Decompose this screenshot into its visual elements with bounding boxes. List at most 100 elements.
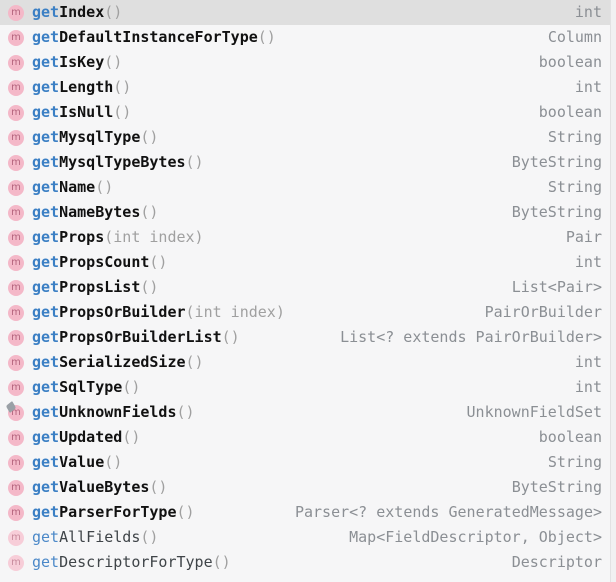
completion-item[interactable]: getIsNull() boolean (0, 100, 610, 125)
completion-item[interactable]: getUnknownFields() UnknownFieldSet (0, 400, 610, 425)
matched-prefix: get (32, 78, 60, 96)
matched-prefix: get (32, 303, 60, 321)
matched-prefix: get (32, 428, 60, 446)
method-icon (7, 103, 26, 122)
completion-item[interactable]: getIndex() int (0, 0, 610, 25)
method-name: Name (59, 178, 96, 196)
completion-item[interactable]: getDefaultInstanceForType() Column (0, 25, 610, 50)
method-icon-circle (8, 205, 24, 221)
completion-item[interactable]: getAllFields() Map<FieldDescriptor, Objec… (0, 525, 610, 550)
method-icon-circle (8, 5, 24, 21)
method-parameters: () (113, 103, 132, 121)
method-icon (7, 178, 26, 197)
completion-item-name: getLength() (32, 75, 131, 100)
method-parameters: () (122, 378, 141, 396)
method-icon (7, 28, 26, 47)
completion-item[interactable]: getParserForType() Parser<? extends Gener… (0, 500, 610, 525)
completion-item-name: getValueBytes() (32, 475, 167, 500)
completion-item-list[interactable]: getIndex()intgetDefaultInstanceForType()… (0, 0, 610, 582)
completion-item[interactable]: getPropsOrBuilder(int index) PairOrBuilde… (0, 300, 610, 325)
matched-prefix: get (32, 478, 60, 496)
completion-item[interactable]: getProps(int index) Pair (0, 225, 610, 250)
matched-prefix: get (32, 528, 60, 546)
method-parameters: (int index) (185, 303, 285, 321)
completion-item-type: String (547, 453, 602, 471)
method-icon (7, 203, 26, 222)
completion-item-type: int (574, 353, 602, 371)
matched-prefix: get (32, 228, 60, 246)
method-parameters: () (257, 28, 276, 46)
completion-item-type: ByteString (511, 153, 602, 171)
method-parameters: () (140, 278, 159, 296)
completion-item[interactable]: getPropsCount() int (0, 250, 610, 275)
matched-prefix: get (32, 203, 60, 221)
method-icon (7, 153, 26, 172)
matched-prefix: get (32, 103, 60, 121)
matched-prefix: get (32, 453, 60, 471)
method-name: PropsCount (59, 253, 150, 271)
completion-item-type: int (574, 253, 602, 271)
method-name: Updated (59, 428, 123, 446)
completion-item-type: boolean (538, 53, 602, 71)
method-name: PropsOrBuilderList (59, 328, 222, 346)
completion-item-type: String (547, 178, 602, 196)
method-parameters: () (113, 78, 132, 96)
completion-item-type: ByteString (511, 203, 602, 221)
method-icon-circle (8, 155, 24, 171)
method-name: DefaultInstanceForType (59, 28, 258, 46)
method-name: SqlType (59, 378, 123, 396)
completion-item[interactable]: getPropsList() List<Pair> (0, 275, 610, 300)
matched-prefix: get (32, 278, 60, 296)
completion-item-name: getAllFields() (32, 525, 158, 550)
method-name: ValueBytes (59, 478, 150, 496)
completion-item-name: getPropsOrBuilderList() (32, 325, 240, 350)
completion-item-type: Pair (565, 228, 602, 246)
method-name: Length (59, 78, 114, 96)
completion-item-type: ByteString (511, 478, 602, 496)
method-parameters: () (221, 328, 240, 346)
completion-item[interactable]: getValueBytes() ByteString (0, 475, 610, 500)
completion-item[interactable]: getName() String (0, 175, 610, 200)
method-icon-circle (8, 455, 24, 471)
completion-item[interactable]: getLength() int (0, 75, 610, 100)
method-name: ParserForType (59, 503, 177, 521)
completion-item-type: int (574, 3, 602, 21)
completion-item[interactable]: getSqlType() int (0, 375, 610, 400)
code-completion-popup[interactable]: getIndex()intgetDefaultInstanceForType()… (0, 0, 616, 582)
completion-item-type: Descriptor (511, 553, 602, 571)
completion-item-name: getUnknownFields() (32, 400, 195, 425)
method-parameters: () (176, 503, 195, 521)
completion-item-name: getSqlType() (32, 375, 140, 400)
completion-item-name: getIsKey() (32, 50, 122, 75)
method-icon-circle (8, 230, 24, 246)
matched-prefix: get (32, 53, 60, 71)
completion-item[interactable]: getMysqlTypeBytes() ByteString (0, 150, 610, 175)
completion-item[interactable]: getValue() String (0, 450, 610, 475)
completion-item[interactable]: getDescriptorForType() Descriptor (0, 550, 610, 575)
method-parameters: () (176, 403, 195, 421)
method-icon (7, 528, 26, 547)
method-icon (7, 253, 26, 272)
method-name: IsKey (59, 53, 105, 71)
method-icon-circle (8, 505, 24, 521)
method-icon (7, 553, 26, 572)
method-icon (7, 453, 26, 472)
completion-item[interactable]: getPropsOrBuilderList() List<? extends Pa… (0, 325, 610, 350)
completion-item[interactable]: getUpdated() boolean (0, 425, 610, 450)
method-name: Index (59, 3, 105, 21)
method-name: Props (59, 228, 105, 246)
method-icon-circle (8, 430, 24, 446)
completion-item[interactable]: getMysqlType() String (0, 125, 610, 150)
method-name: DescriptorForType (59, 553, 213, 571)
scrollbar-thumb[interactable] (611, 0, 616, 582)
method-icon (7, 228, 26, 247)
method-icon-circle (8, 130, 24, 146)
completion-item[interactable]: getNameBytes() ByteString (0, 200, 610, 225)
completion-item[interactable]: getIsKey() boolean (0, 50, 610, 75)
completion-item-name: getMysqlTypeBytes() (32, 150, 204, 175)
method-icon-circle (8, 280, 24, 296)
method-name: MysqlType (59, 128, 141, 146)
method-parameters: () (185, 353, 204, 371)
vertical-scrollbar[interactable] (610, 0, 616, 582)
completion-item[interactable]: getSerializedSize() int (0, 350, 610, 375)
